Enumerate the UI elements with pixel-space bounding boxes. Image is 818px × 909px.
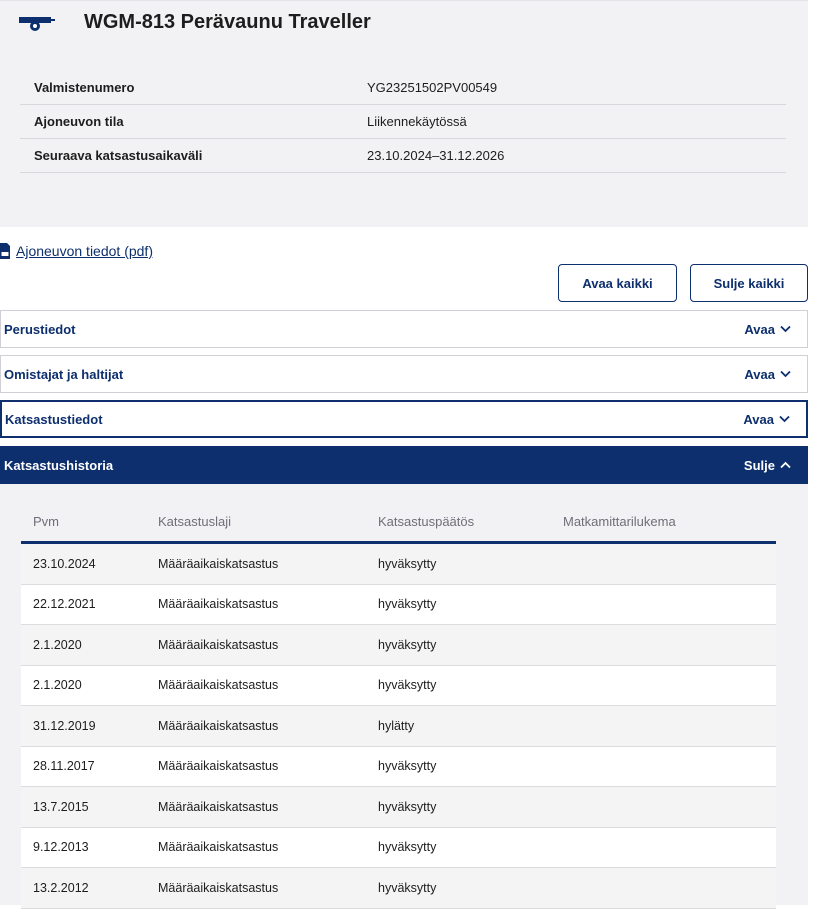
accordion-label: Omistajat ja haltijat: [4, 366, 124, 382]
cell-decision: hyväksytty: [378, 840, 437, 855]
accordion-toggle-label: Avaa: [744, 321, 775, 337]
cell-date: 2.1.2020: [33, 637, 82, 652]
column-header-odometer: Matkamittarilukema: [563, 514, 676, 529]
info-row-serial: Valmistenumero YG23251502PV00549: [20, 71, 786, 105]
cell-date: 22.12.2021: [33, 597, 96, 612]
table-row: 13.2.2012 Määräaikaiskatsastus hyväksytty: [21, 868, 776, 909]
cell-date: 31.12.2019: [33, 718, 96, 733]
inspection-history-table: Pvm Katsastuslaji Katsastuspäätös Matkam…: [21, 502, 776, 909]
cell-date: 13.7.2015: [33, 799, 89, 814]
inspection-history-panel: Pvm Katsastuslaji Katsastuspäätös Matkam…: [0, 484, 808, 909]
chevron-up-icon: [780, 461, 791, 469]
accordion-label: Katsastustiedot: [5, 411, 103, 427]
column-header-decision: Katsastuspäätös: [378, 514, 475, 529]
info-row-next-inspection: Seuraava katsastusaikaväli 23.10.2024–31…: [20, 139, 786, 173]
table-row: 9.12.2013 Määräaikaiskatsastus hyväksytty: [21, 827, 776, 868]
cell-type: Määräaikaiskatsastus: [158, 759, 279, 774]
accordion-toggle[interactable]: Avaa: [744, 322, 791, 337]
accordion-label: Perustiedot: [4, 321, 76, 337]
accordion-omistajat[interactable]: Omistajat ja haltijat Avaa: [0, 355, 808, 393]
vehicle-summary-card: WGM-813 Perävaunu Traveller Valmistenume…: [0, 0, 808, 227]
cell-type: Määräaikaiskatsastus: [158, 556, 279, 571]
table-row: 31.12.2019 Määräaikaiskatsastus hylätty: [21, 706, 776, 747]
cell-decision: hyväksytty: [378, 597, 437, 612]
column-header-date: Pvm: [33, 514, 59, 529]
cell-date: 9.12.2013: [33, 840, 89, 855]
cell-decision: hylätty: [378, 718, 415, 733]
chevron-down-icon: [779, 415, 790, 423]
cell-type: Määräaikaiskatsastus: [158, 799, 279, 814]
accordion-katsastustiedot[interactable]: Katsastustiedot Avaa: [0, 400, 808, 438]
cell-decision: hyväksytty: [378, 556, 437, 571]
chevron-down-icon: [780, 325, 791, 333]
cell-decision: hyväksytty: [378, 880, 437, 895]
accordion-toggle-label: Avaa: [743, 411, 774, 427]
accordion-toggle[interactable]: Sulje: [744, 458, 791, 473]
accordion-toggle[interactable]: Avaa: [743, 412, 790, 427]
cell-type: Määräaikaiskatsastus: [158, 597, 279, 612]
table-row: 2.1.2020 Määräaikaiskatsastus hyväksytty: [21, 665, 776, 706]
chevron-down-icon: [780, 370, 791, 378]
column-header-type: Katsastuslaji: [158, 514, 231, 529]
cell-type: Määräaikaiskatsastus: [158, 880, 279, 895]
info-label: Seuraava katsastusaikaväli: [34, 148, 203, 163]
table-header: Pvm Katsastuslaji Katsastuspäätös Matkam…: [21, 502, 776, 544]
cell-decision: hyväksytty: [378, 799, 437, 814]
info-value: Liikennekäytössä: [367, 114, 467, 129]
table-body: 23.10.2024 Määräaikaiskatsastus hyväksytty…: [21, 544, 776, 909]
table-row: 28.11.2017 Määräaikaiskatsastus hyväksytty: [21, 746, 776, 787]
accordion-label: Katsastushistoria: [4, 457, 114, 473]
vehicle-pdf-link[interactable]: Ajoneuvon tiedot (pdf): [0, 243, 153, 259]
table-row: 2.1.2020 Määräaikaiskatsastus hyväksytty: [21, 625, 776, 666]
info-label: Ajoneuvon tila: [34, 114, 124, 129]
info-value: 23.10.2024–31.12.2026: [367, 148, 505, 163]
cell-date: 2.1.2020: [33, 678, 82, 693]
cell-decision: hyväksytty: [378, 759, 437, 774]
accordion-katsastushistoria[interactable]: Katsastushistoria Sulje: [0, 446, 808, 484]
accordion-toggle-label: Sulje: [743, 457, 775, 473]
vehicle-title: WGM-813 Perävaunu Traveller: [84, 11, 371, 33]
close-all-button[interactable]: Sulje kaikki: [690, 264, 808, 302]
info-row-status: Ajoneuvon tila Liikennekäytössä: [20, 105, 786, 139]
trailer-icon: [19, 17, 55, 31]
cell-type: Määräaikaiskatsastus: [158, 718, 279, 733]
accordion-toggle-label: Avaa: [744, 366, 775, 382]
vehicle-info-table: Valmistenumero YG23251502PV00549 Ajoneuv…: [20, 71, 786, 173]
cell-type: Määräaikaiskatsastus: [158, 637, 279, 652]
cell-date: 28.11.2017: [33, 759, 95, 774]
cell-decision: hyväksytty: [378, 637, 437, 652]
cell-date: 13.2.2012: [33, 880, 89, 895]
open-all-button[interactable]: Avaa kaikki: [558, 264, 677, 302]
cell-decision: hyväksytty: [378, 678, 437, 693]
info-label: Valmistenumero: [34, 80, 135, 95]
table-row: 22.12.2021 Määräaikaiskatsastus hyväksytty: [21, 584, 776, 625]
cell-date: 23.10.2024: [33, 556, 96, 571]
cell-type: Määräaikaiskatsastus: [158, 678, 279, 693]
pdf-file-icon: [0, 243, 10, 259]
pdf-link-label: Ajoneuvon tiedot (pdf): [16, 243, 153, 259]
table-row: 23.10.2024 Määräaikaiskatsastus hyväksytty: [21, 544, 776, 585]
accordion-toggle[interactable]: Avaa: [744, 367, 791, 382]
cell-type: Määräaikaiskatsastus: [158, 840, 279, 855]
table-row: 13.7.2015 Määräaikaiskatsastus hyväksytty: [21, 787, 776, 828]
info-value: YG23251502PV00549: [367, 80, 498, 95]
accordion-perustiedot[interactable]: Perustiedot Avaa: [0, 310, 808, 348]
